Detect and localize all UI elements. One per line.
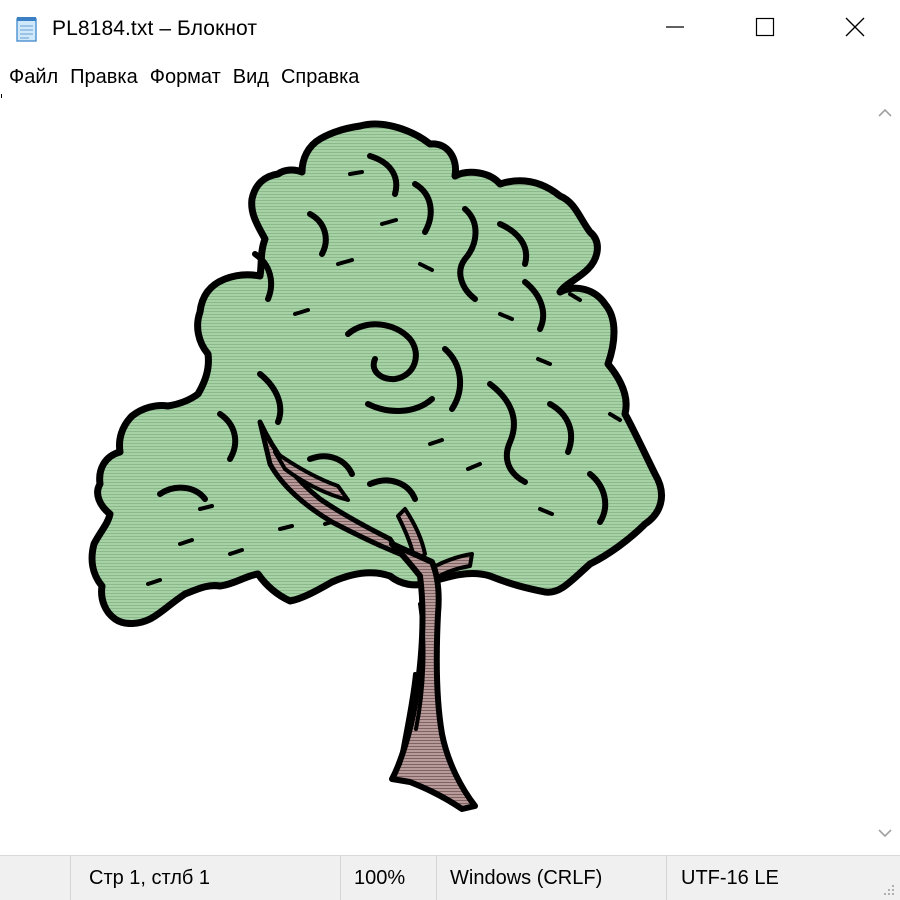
maximize-icon xyxy=(755,17,775,42)
resize-grip-icon[interactable] xyxy=(880,880,896,896)
status-separator xyxy=(436,856,437,900)
title-bar[interactable]: PL8184.txt – Блокнот xyxy=(0,0,900,58)
chevron-up-icon xyxy=(877,105,893,123)
maximize-button[interactable] xyxy=(720,0,810,58)
status-encoding: UTF-16 LE xyxy=(681,867,779,889)
status-separator xyxy=(70,856,71,900)
status-cursor-position: Стр 1, стлб 1 xyxy=(89,867,211,889)
vertical-scrollbar[interactable] xyxy=(869,94,900,854)
close-button[interactable] xyxy=(810,0,900,58)
menu-edit[interactable]: Правка xyxy=(64,64,144,91)
status-bar: Стр 1, стлб 1 100% Windows (CRLF) UTF-16… xyxy=(0,855,900,900)
status-separator xyxy=(666,856,667,900)
window-title: PL8184.txt – Блокнот xyxy=(52,17,258,40)
ascii-art-tree xyxy=(88,120,665,812)
status-separator xyxy=(340,856,341,900)
minimize-button[interactable] xyxy=(630,0,720,58)
text-caret xyxy=(1,94,2,98)
notepad-window: PL8184.txt – Блокнот Файл Правка Формат … xyxy=(0,0,900,900)
chevron-down-icon xyxy=(877,825,893,843)
scroll-down-button[interactable] xyxy=(869,814,900,854)
menu-view[interactable]: Вид xyxy=(227,64,275,91)
status-line-endings: Windows (CRLF) xyxy=(450,867,603,889)
close-icon xyxy=(844,16,866,43)
menu-help[interactable]: Справка xyxy=(275,64,365,91)
status-zoom: 100% xyxy=(354,867,406,889)
text-editor[interactable] xyxy=(0,94,869,854)
menu-bar: Файл Правка Формат Вид Справка xyxy=(0,60,900,94)
menu-format[interactable]: Формат xyxy=(144,64,227,91)
scroll-up-button[interactable] xyxy=(869,94,900,134)
minimize-icon xyxy=(665,17,685,42)
menu-file[interactable]: Файл xyxy=(3,64,64,91)
notepad-icon xyxy=(14,15,40,43)
